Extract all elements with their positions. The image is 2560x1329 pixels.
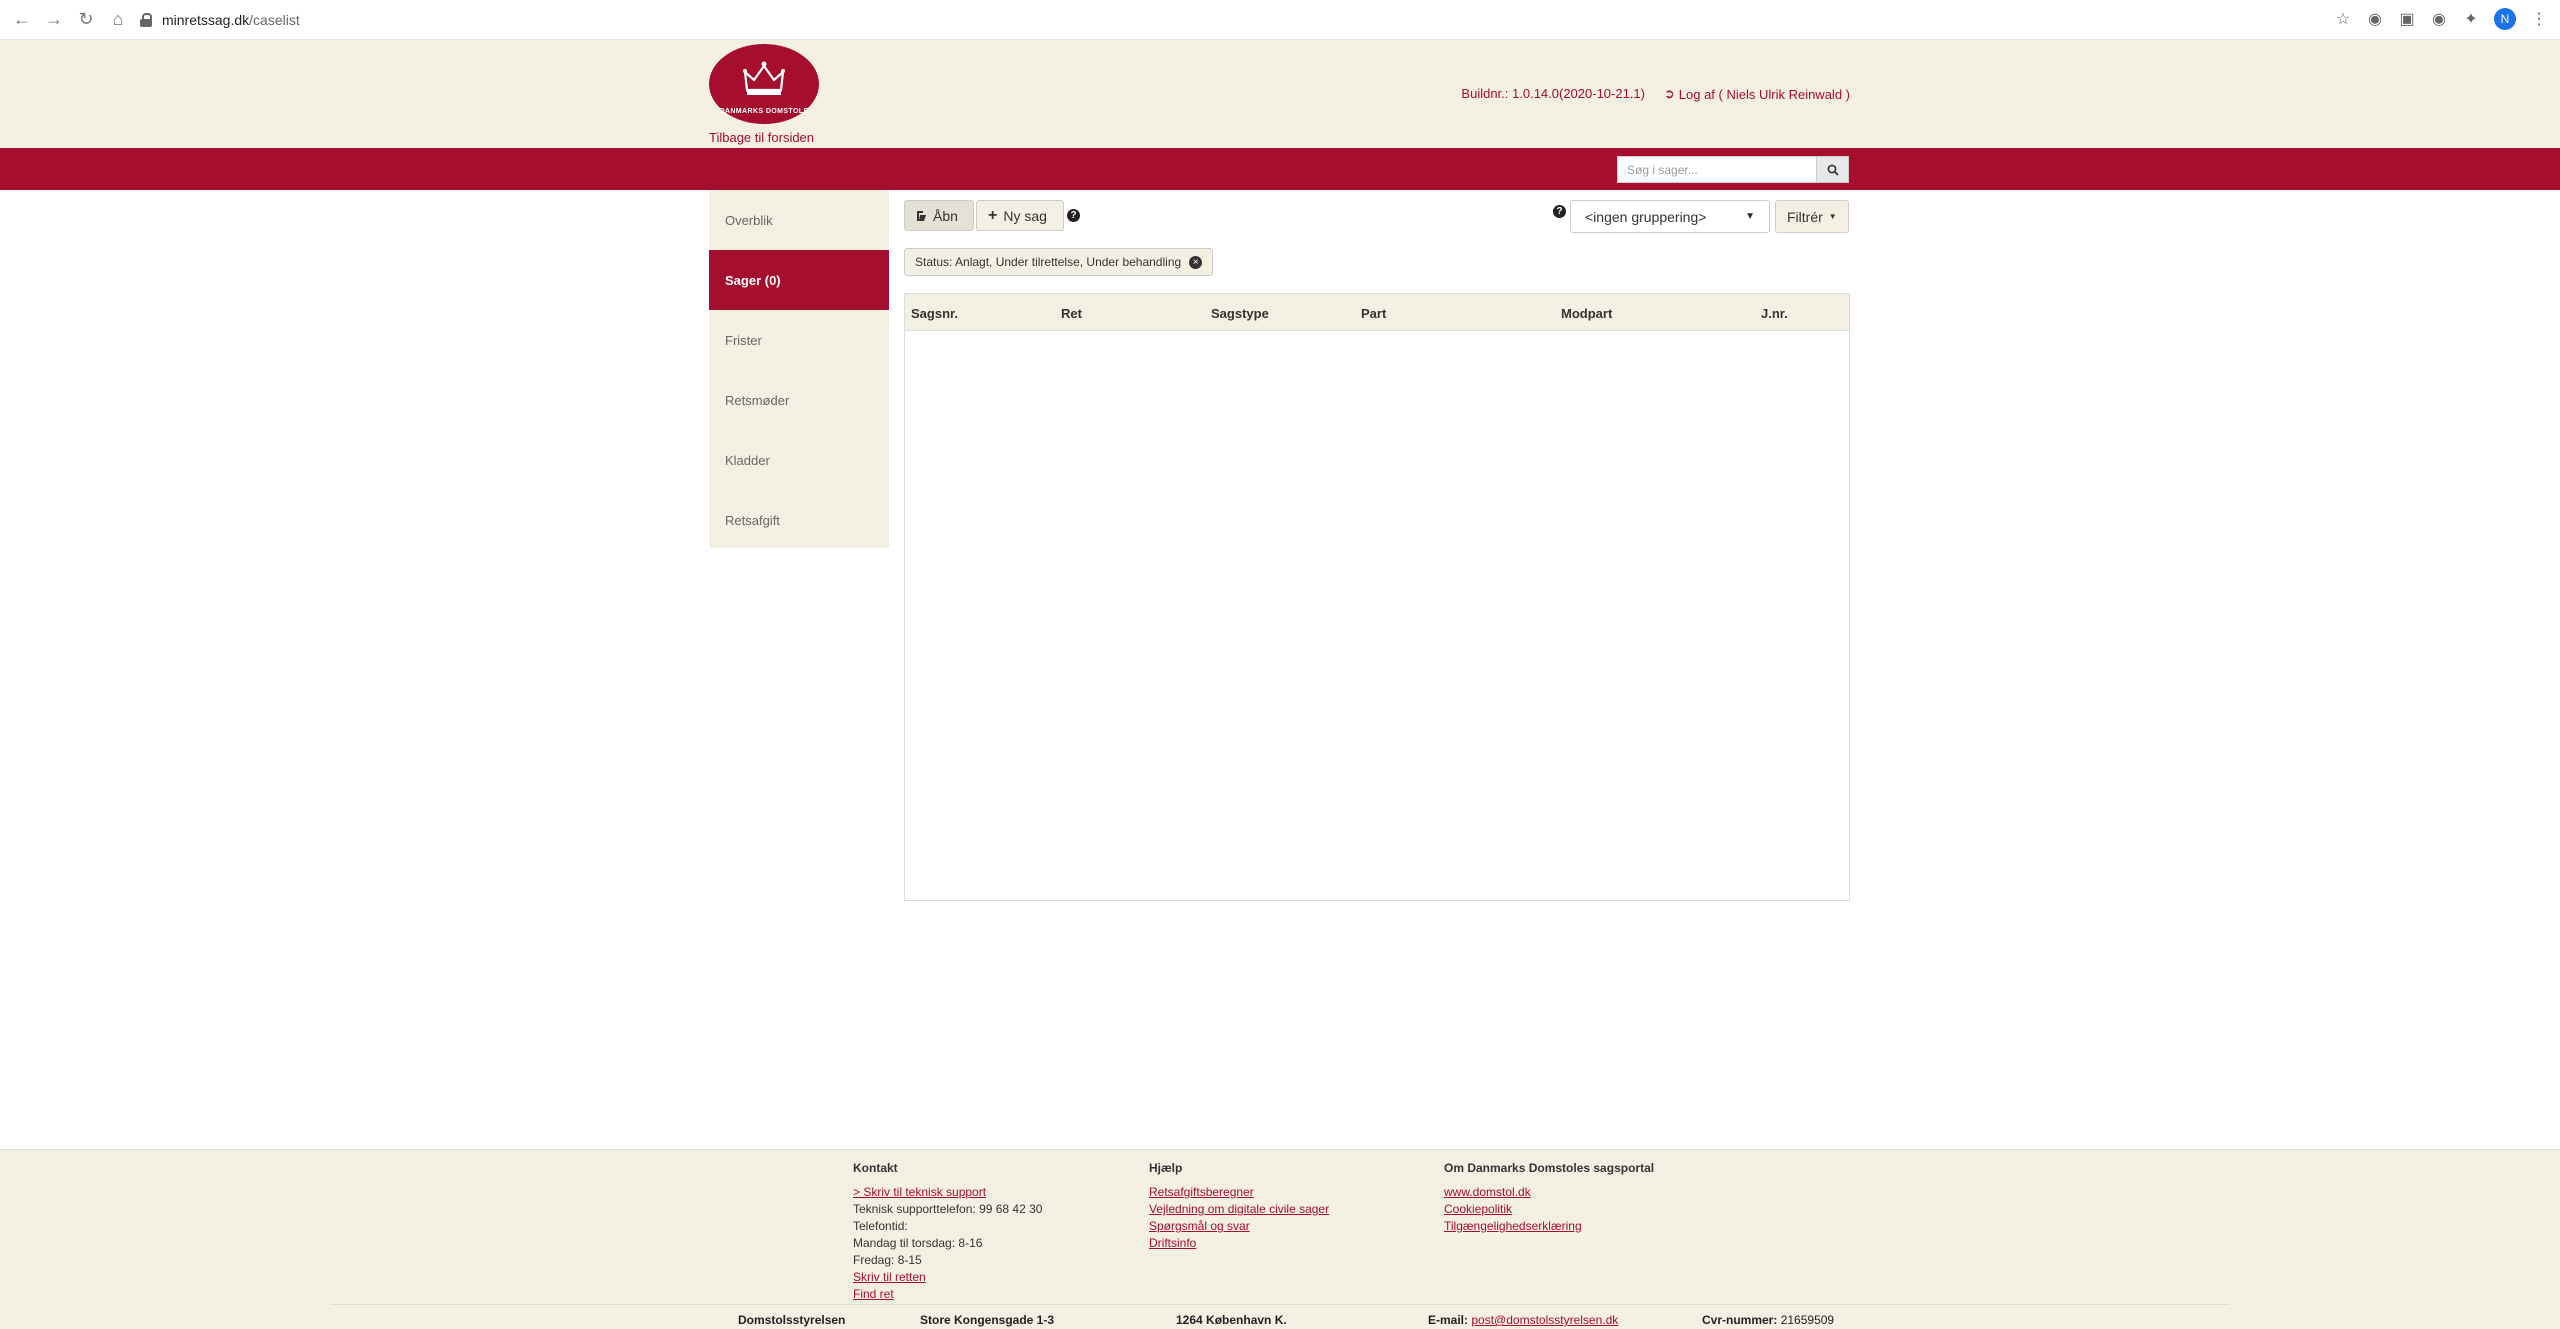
open-button[interactable]: Åbn: [904, 200, 974, 231]
footer-help-title: Hjælp: [1149, 1161, 1183, 1175]
star-icon[interactable]: ☆: [2334, 10, 2352, 28]
footer-address-bar: Domstolsstyrelsen Store Kongensgade 1-3 …: [330, 1304, 2230, 1329]
table-header: Sagsnr. Ret Sagstype Part Modpart J.nr.: [905, 294, 1849, 331]
filter-button[interactable]: Filtrér ▼: [1775, 200, 1849, 233]
status-info-link[interactable]: Driftsinfo: [1149, 1235, 1329, 1252]
case-table: Sagsnr. Ret Sagstype Part Modpart J.nr.: [904, 293, 1850, 901]
footer-about-title: Om Danmarks Domstoles sagsportal: [1444, 1161, 1655, 1175]
support-link[interactable]: > Skriv til teknisk support: [853, 1184, 1042, 1201]
crown-icon: [743, 61, 785, 95]
footer-contact-title: Kontakt: [853, 1161, 898, 1175]
footer-cvr: Cvr-nummer: 21659509: [1702, 1313, 1835, 1327]
footer-org: Domstolsstyrelsen: [738, 1313, 846, 1327]
column-header-jnr[interactable]: J.nr.: [1761, 306, 1788, 321]
sidebar: Overblik Sager (0) Frister Retsmøder Kla…: [709, 190, 889, 548]
back-to-frontpage-link[interactable]: Tilbage til forsiden: [709, 130, 814, 145]
search-button[interactable]: [1816, 156, 1849, 183]
phone-hours-label: Telefontid:: [853, 1219, 908, 1233]
browser-extensions: ☆ ◉ ▣ ◉ ✦ N ⋮: [2334, 8, 2548, 30]
build-number: Buildnr.: 1.0.14.0(2020-10-21.1): [1461, 86, 1645, 101]
footer: Kontakt > Skriv til teknisk support Tekn…: [0, 1149, 2560, 1329]
home-icon[interactable]: ⌂: [106, 8, 130, 32]
browser-toolbar: ← → ↻ ⌂ minretssag.dk/caselist ☆ ◉ ▣ ◉ ✦…: [0, 0, 2560, 40]
sidebar-item-retsafgift[interactable]: Retsafgift: [709, 490, 889, 550]
sidebar-item-overblik[interactable]: Overblik: [709, 190, 889, 250]
forward-arrow-icon[interactable]: →: [42, 8, 66, 32]
domstol-link[interactable]: www.domstol.dk: [1444, 1184, 1654, 1201]
fee-calculator-link[interactable]: Retsafgiftsberegner: [1149, 1184, 1329, 1201]
footer-city: 1264 København K.: [1176, 1313, 1287, 1327]
camera-icon[interactable]: ◉: [2430, 10, 2448, 28]
filter-button-label: Filtrér: [1787, 208, 1823, 225]
footer-help: Hjælp Retsafgiftsberegner Vejledning om …: [1149, 1160, 1329, 1252]
logo[interactable]: DANMARKS DOMSTOLE: [709, 44, 819, 124]
footer-contact: Kontakt > Skriv til teknisk support Tekn…: [853, 1160, 1042, 1303]
cookie-policy-link[interactable]: Cookiepolitik: [1444, 1201, 1654, 1218]
logout-label: Log af ( Niels Ulrik Reinwald ): [1678, 86, 1850, 102]
search-box: [1617, 156, 1849, 183]
url-host: minretssag.dk: [162, 12, 250, 28]
url-text: minretssag.dk/caselist: [162, 12, 300, 28]
new-case-button-label: Ny sag: [1003, 207, 1047, 224]
grouping-select[interactable]: <ingen gruppering> ▼: [1570, 200, 1770, 233]
sidebar-item-frister[interactable]: Frister: [709, 310, 889, 370]
status-filter-label: Status: Anlagt, Under tilrettelse, Under…: [915, 255, 1182, 269]
logo-text: DANMARKS DOMSTOLE: [719, 108, 809, 115]
navigation-bar: [0, 148, 2560, 190]
logout-link[interactable]: ➲ Log af ( Niels Ulrik Reinwald ): [1664, 86, 1850, 102]
extension-icon[interactable]: ◉: [2366, 10, 2384, 28]
email-link[interactable]: post@domstolsstyrelsen.dk: [1471, 1313, 1618, 1327]
accessibility-link[interactable]: Tilgængelighedserklæring: [1444, 1218, 1654, 1235]
open-button-label: Åbn: [933, 207, 958, 224]
site-header: DANMARKS DOMSTOLE Tilbage til forsiden B…: [0, 40, 2560, 148]
footer-email: E-mail: post@domstolsstyrelsen.dk: [1428, 1313, 1619, 1327]
phone-hours-friday: Fredag: 8-15: [853, 1253, 922, 1267]
column-header-part[interactable]: Part: [1361, 306, 1386, 321]
window-icon[interactable]: ▣: [2398, 10, 2416, 28]
search-input[interactable]: [1617, 156, 1816, 183]
profile-avatar[interactable]: N: [2494, 8, 2516, 30]
caret-down-icon: ▼: [1828, 212, 1837, 221]
back-arrow-icon[interactable]: ←: [10, 8, 34, 32]
search-icon: [1827, 164, 1839, 176]
lock-icon: [140, 13, 152, 27]
logout-icon: ➲: [1663, 86, 1675, 101]
find-court-link[interactable]: Find ret: [853, 1286, 1042, 1303]
column-header-sagstype[interactable]: Sagstype: [1211, 306, 1269, 321]
chevron-down-icon: ▼: [1745, 211, 1755, 222]
plus-icon: +: [988, 206, 998, 224]
footer-street: Store Kongensgade 1-3: [920, 1313, 1055, 1327]
faq-link[interactable]: Spørgsmål og svar: [1149, 1218, 1329, 1235]
guide-link[interactable]: Vejledning om digitale civile sager: [1149, 1201, 1329, 1218]
grouping-select-value: <ingen gruppering>: [1585, 208, 1707, 225]
url-path: /caselist: [249, 12, 300, 28]
phone-hours-weekday: Mandag til torsdag: 8-16: [853, 1236, 983, 1250]
support-phone: Teknisk supporttelefon: 99 68 42 30: [853, 1202, 1043, 1216]
help-icon[interactable]: ?: [1067, 209, 1080, 222]
status-filter-chip: Status: Anlagt, Under tilrettelse, Under…: [904, 248, 1214, 276]
write-court-link[interactable]: Skriv til retten: [853, 1269, 1042, 1286]
grouping-help-icon[interactable]: ?: [1553, 205, 1566, 218]
remove-filter-icon[interactable]: ×: [1189, 255, 1203, 269]
sidebar-item-kladder[interactable]: Kladder: [709, 430, 889, 490]
new-case-button[interactable]: + Ny sag: [976, 200, 1064, 231]
reload-icon[interactable]: ↻: [74, 8, 98, 32]
sidebar-item-retsmoeder[interactable]: Retsmøder: [709, 370, 889, 430]
footer-about: Om Danmarks Domstoles sagsportal www.dom…: [1444, 1160, 1654, 1235]
puzzle-icon[interactable]: ✦: [2462, 10, 2480, 28]
column-header-ret[interactable]: Ret: [1061, 306, 1082, 321]
open-folder-icon: [917, 210, 926, 221]
column-header-sagsnr[interactable]: Sagsnr.: [911, 306, 958, 321]
column-header-modpart[interactable]: Modpart: [1561, 306, 1612, 321]
sidebar-item-sager[interactable]: Sager (0): [709, 250, 889, 310]
crown-logo: DANMARKS DOMSTOLE: [709, 44, 819, 124]
menu-dots-icon[interactable]: ⋮: [2530, 10, 2548, 28]
address-bar[interactable]: minretssag.dk/caselist: [140, 6, 2340, 34]
